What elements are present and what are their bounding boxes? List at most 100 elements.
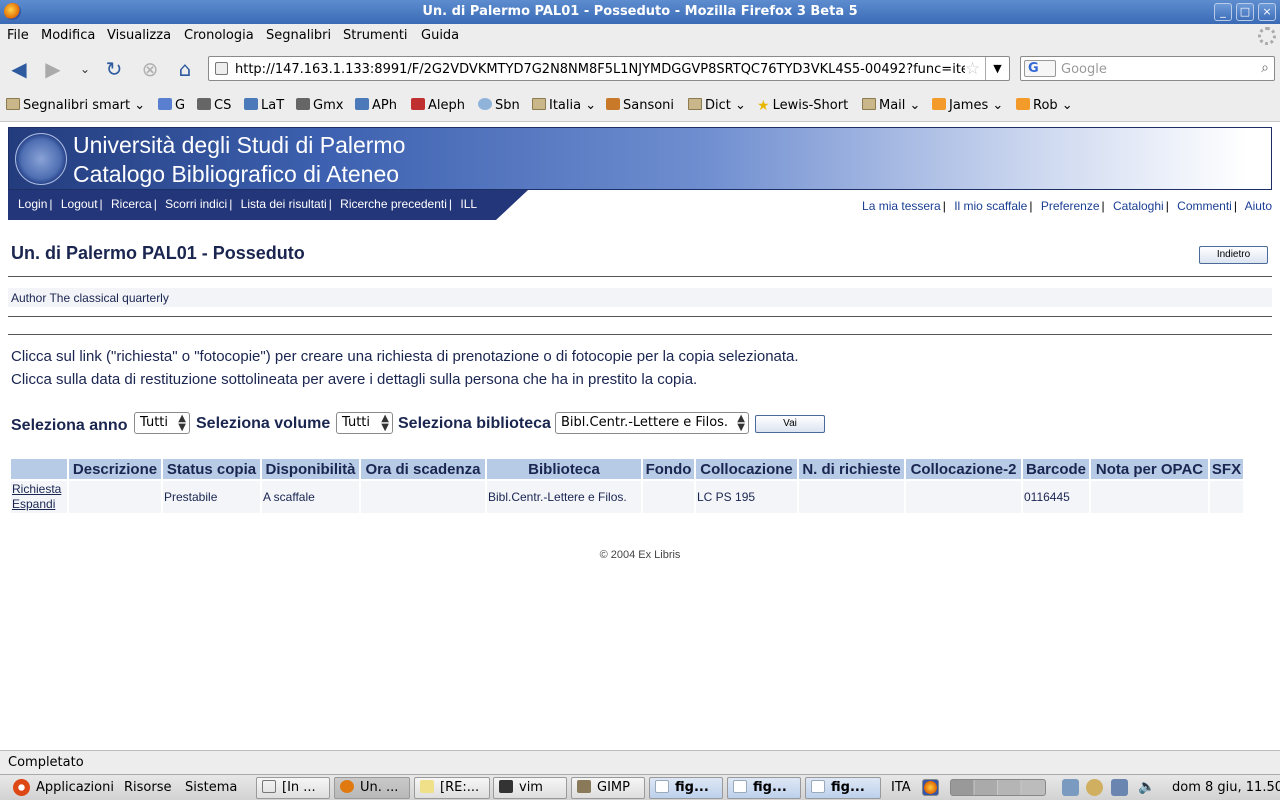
nav-ricerche-precedenti[interactable]: Ricerche precedenti (340, 197, 447, 211)
year-select[interactable]: Tutti ▲ ▼ (134, 412, 190, 434)
menu-cronologia[interactable]: Cronologia (184, 28, 254, 43)
maximize-button[interactable]: □ (1236, 3, 1254, 21)
bookmark-mail[interactable]: Mail ⌄ (862, 98, 920, 113)
nav-il-mio-scaffale[interactable]: Il mio scaffale (954, 199, 1027, 213)
menu-segnalibri[interactable]: Segnalibri (266, 28, 331, 43)
search-bar[interactable]: G ⌕ (1020, 56, 1275, 81)
bookmark-gmx[interactable]: Gmx (296, 98, 343, 113)
taskbar-button-note[interactable]: [RE:... (414, 777, 490, 799)
keyboard-layout[interactable]: ITA (891, 780, 911, 795)
menu-guida[interactable]: Guida (421, 28, 459, 43)
status-bar: Completato (0, 750, 1280, 774)
column-header: Collocazione (696, 459, 797, 479)
bookmark-italia[interactable]: Italia ⌄ (532, 98, 596, 113)
taskbar-button-mail[interactable]: [In ... (256, 777, 330, 799)
bookmark-james[interactable]: James ⌄ (932, 98, 1003, 113)
table-row: Richiesta Espandi Prestabile A scaffale … (11, 481, 1243, 513)
stop-icon[interactable]: ⊗ (137, 56, 163, 82)
nota-opac-cell (1091, 481, 1208, 513)
search-input[interactable] (1061, 60, 1251, 78)
richiesta-link[interactable]: Richiesta (12, 482, 66, 497)
bookmark-aleph[interactable]: Aleph (411, 98, 465, 113)
author-line: Author The classical quarterly (8, 288, 1272, 307)
column-header: Biblioteca (487, 459, 641, 479)
firefox-icon (340, 780, 354, 793)
volume-select[interactable]: Tutti ▲ ▼ (336, 412, 393, 434)
taskbar-button-fig-2[interactable]: fig... (727, 777, 801, 799)
workspace-switcher[interactable] (950, 779, 1046, 796)
table-header-row: Descrizione Status copia Disponibilità O… (11, 459, 1243, 479)
bookmark-star-icon[interactable]: ☆ (965, 59, 980, 79)
nav-scorri-indici[interactable]: Scorri indici (165, 197, 227, 211)
biblioteca-cell: Bibl.Centr.-Lettere e Filos. (487, 481, 641, 513)
nav-ricerca[interactable]: Ricerca (111, 197, 152, 211)
menu-risorse[interactable]: Risorse (124, 780, 172, 795)
bookmark-rob[interactable]: Rob ⌄ (1016, 98, 1073, 113)
bookmark-g[interactable]: G (158, 98, 185, 113)
descrizione-cell (69, 481, 161, 513)
holdings-table: Descrizione Status copia Disponibilità O… (9, 457, 1245, 515)
menu-modifica[interactable]: Modifica (41, 28, 95, 43)
taskbar-button-fig-1[interactable]: fig... (649, 777, 723, 799)
url-input[interactable] (235, 60, 965, 78)
instruction-request: Clicca sul link ("richiesta" o "fotocopi… (11, 348, 799, 365)
network-icon[interactable] (1062, 779, 1079, 796)
bookmark-lewis-short[interactable]: ★ Lewis-Short (757, 98, 848, 114)
site-identity-icon[interactable] (215, 62, 228, 75)
nav-commenti[interactable]: Commenti (1177, 199, 1232, 213)
taskbar-button-firefox[interactable]: Un. ... (334, 777, 410, 799)
minimize-button[interactable]: _ (1214, 3, 1232, 21)
search-icon[interactable]: ⌕ (1261, 60, 1269, 76)
url-history-dropdown[interactable]: ▼ (985, 57, 1009, 80)
request-links-cell: Richiesta Espandi (11, 481, 67, 513)
desktop-taskbar: Applicazioni Risorse Sistema [In ... Un.… (0, 774, 1280, 800)
reload-icon[interactable]: ↻ (101, 56, 127, 82)
close-window-button[interactable]: × (1258, 3, 1276, 21)
primary-nav: Login | Logout | Ricerca | Scorri indici | L… (8, 190, 528, 220)
menu-visualizza[interactable]: Visualizza (107, 28, 171, 43)
monitor-icon[interactable] (1111, 779, 1128, 796)
column-header: N. di richieste (799, 459, 904, 479)
go-button[interactable]: Vai (755, 415, 825, 433)
url-bar[interactable]: ☆ ▼ (208, 56, 1010, 81)
bookmark-dict[interactable]: Dict ⌄ (688, 98, 746, 113)
bookmark-sbn[interactable]: Sbn (478, 98, 520, 113)
bookmark-sansoni[interactable]: Sansoni (606, 98, 674, 113)
menu-strumenti[interactable]: Strumenti (343, 28, 408, 43)
fondo-cell (643, 481, 694, 513)
back-icon[interactable]: ◀ (6, 56, 32, 82)
nav-cataloghi[interactable]: Cataloghi (1113, 199, 1164, 213)
library-select[interactable]: Bibl.Centr.-Lettere e Filos. ▲ ▼ (555, 412, 749, 434)
nav-preferenze[interactable]: Preferenze (1041, 199, 1100, 213)
taskbar-button-gimp[interactable]: GIMP (571, 777, 645, 799)
taskbar-button-vim[interactable]: vim (493, 777, 567, 799)
volume-icon[interactable]: 🔈 (1138, 779, 1155, 796)
history-dropdown-icon[interactable]: ⌄ (72, 56, 98, 82)
nav-lista-risultati[interactable]: Lista dei risultati (241, 197, 327, 211)
nav-logout[interactable]: Logout (61, 197, 98, 211)
bookmark-segnalibri-smart[interactable]: Segnalibri smart ⌄ (6, 98, 145, 113)
clock[interactable]: dom 8 giu, 11.50 (1172, 780, 1280, 795)
firefox-launcher-icon[interactable] (922, 779, 939, 796)
taskbar-button-fig-3[interactable]: fig... (805, 777, 881, 799)
bookmark-cs[interactable]: CS (197, 98, 231, 113)
nav-la-mia-tessera[interactable]: La mia tessera (862, 199, 941, 213)
menu-bar: File Modifica Visualizza Cronologia Segn… (0, 24, 1280, 48)
nav-ill[interactable]: ILL (460, 197, 477, 211)
search-engine-selector[interactable]: G (1024, 60, 1056, 77)
nav-aiuto[interactable]: Aiuto (1245, 199, 1272, 213)
star-icon: ★ (757, 98, 770, 114)
nav-login[interactable]: Login (18, 197, 47, 211)
magnifier-icon[interactable] (1086, 779, 1103, 796)
home-icon[interactable]: ⌂ (172, 56, 198, 82)
menu-applicazioni[interactable]: Applicazioni (36, 780, 114, 795)
espandi-link[interactable]: Espandi (12, 497, 66, 512)
bookmark-aph[interactable]: APh (355, 98, 397, 113)
bookmark-lat[interactable]: LaT (244, 98, 284, 113)
back-button[interactable]: Indietro (1199, 246, 1268, 264)
forward-icon[interactable]: ▶ (40, 56, 66, 82)
select-arrows-icon: ▲ ▼ (381, 413, 389, 433)
menu-file[interactable]: File (7, 28, 29, 43)
menu-sistema[interactable]: Sistema (185, 780, 237, 795)
ubuntu-logo-icon (13, 779, 30, 796)
